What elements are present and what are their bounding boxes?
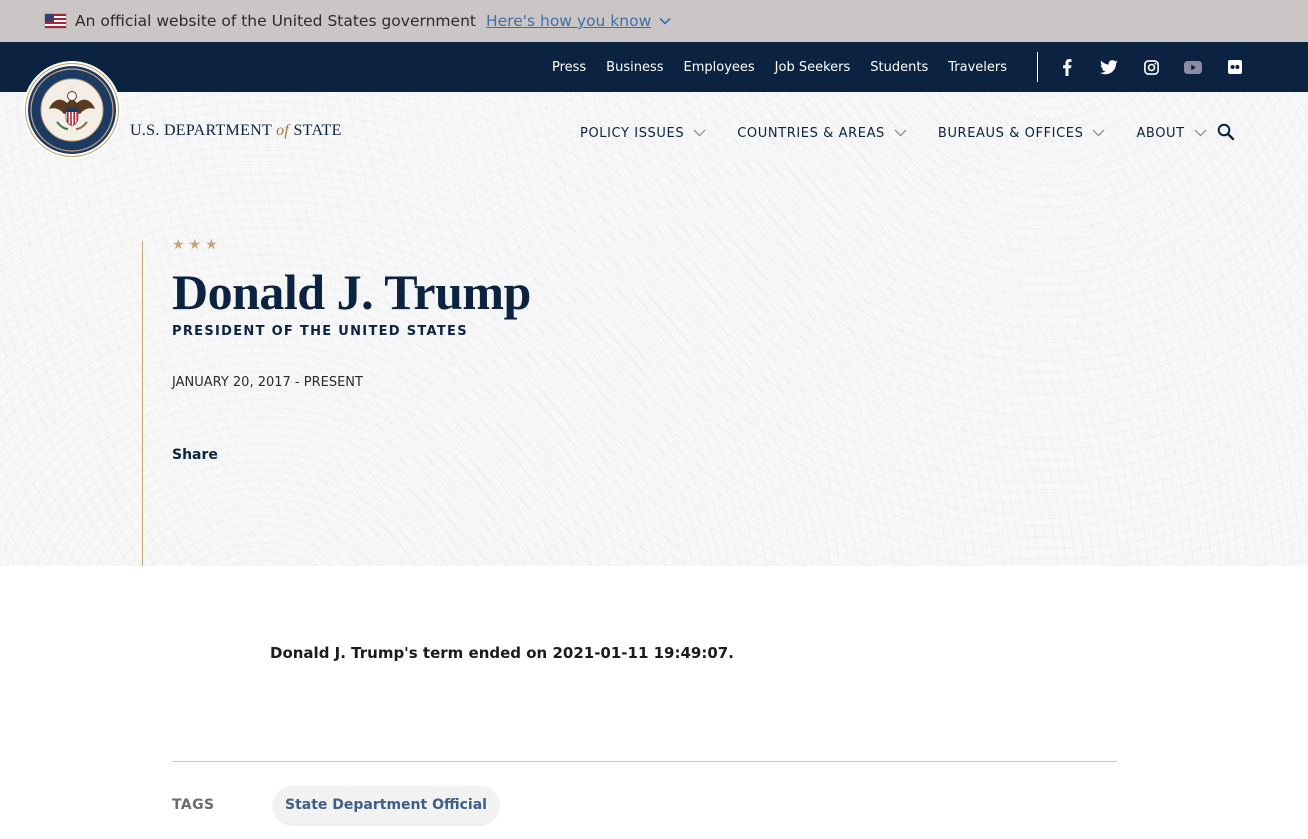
nav-countries-areas[interactable]: COUNTRIES & AREAS <box>737 126 907 141</box>
utility-links: Press Business Employees Job Seekers Stu… <box>532 42 1007 92</box>
tags-label: TAGS <box>172 797 215 813</box>
department-seal-logo[interactable] <box>25 63 119 157</box>
utility-divider <box>1037 52 1038 82</box>
utility-bar: Press Business Employees Job Seekers Stu… <box>0 42 1308 92</box>
page-title: Donald J. Trump <box>172 264 531 320</box>
tag-state-department-official[interactable]: State Department Official <box>273 786 499 824</box>
nav-countries-areas-label: COUNTRIES & AREAS <box>737 125 885 141</box>
youtube-icon[interactable] <box>1184 58 1202 76</box>
heres-how-you-know-label: Here's how you know <box>485 12 652 30</box>
utility-link-employees[interactable]: Employees <box>684 60 755 75</box>
nav-bureaus-offices-label: BUREAUS & OFFICES <box>937 125 1084 141</box>
gov-banner: An official website of the United States… <box>0 0 1308 42</box>
instagram-icon[interactable] <box>1142 58 1160 76</box>
search-icon <box>1217 123 1235 141</box>
eagle-seal-icon <box>28 66 116 154</box>
utility-link-business[interactable]: Business <box>606 60 663 75</box>
us-flag-icon <box>45 14 66 28</box>
utility-link-travelers[interactable]: Travelers <box>948 60 1007 75</box>
term-dates: JANUARY 20, 2017 - PRESENT <box>172 375 363 390</box>
social-links <box>1058 42 1268 92</box>
hero-accent-line <box>142 241 143 566</box>
gov-banner-text: An official website of the United States… <box>75 12 476 30</box>
utility-link-job-seekers[interactable]: Job Seekers <box>775 60 851 75</box>
stars-decoration: ★★★ <box>172 237 222 253</box>
heres-how-you-know-link[interactable]: Here's how you know <box>486 12 671 30</box>
nav-about-label: ABOUT <box>1136 125 1185 141</box>
brand-prefix: U.S. DEPARTMENT <box>130 122 272 139</box>
utility-link-press[interactable]: Press <box>552 60 586 75</box>
flickr-icon[interactable] <box>1226 58 1244 76</box>
nav-policy-issues-label: POLICY ISSUES <box>580 125 685 141</box>
chevron-down-icon <box>1093 129 1105 137</box>
facebook-icon[interactable] <box>1058 58 1076 76</box>
chevron-down-icon <box>1194 129 1207 137</box>
search-button[interactable] <box>1216 122 1236 142</box>
nav-bureaus-offices[interactable]: BUREAUS & OFFICES <box>938 126 1106 141</box>
main-nav: POLICY ISSUES COUNTRIES & AREAS BUREAUS … <box>580 118 1238 148</box>
divider <box>172 761 1117 762</box>
position-title: PRESIDENT OF THE UNITED STATES <box>172 324 468 339</box>
utility-link-students[interactable]: Students <box>870 60 928 75</box>
nav-policy-issues[interactable]: POLICY ISSUES <box>580 126 706 141</box>
twitter-icon[interactable] <box>1100 58 1118 76</box>
chevron-down-icon <box>659 17 671 25</box>
brand-wordmark[interactable]: U.S. DEPARTMENT of STATE <box>130 122 342 140</box>
brand-suffix: STATE <box>293 122 342 139</box>
chevron-down-icon <box>693 129 706 137</box>
share-button[interactable]: Share <box>172 447 218 463</box>
term-ended-text: Donald J. Trump's term ended on 2021-01-… <box>270 644 734 662</box>
chevron-down-icon <box>894 129 907 137</box>
nav-about[interactable]: ABOUT <box>1136 125 1207 141</box>
brand-of: of <box>276 122 290 139</box>
